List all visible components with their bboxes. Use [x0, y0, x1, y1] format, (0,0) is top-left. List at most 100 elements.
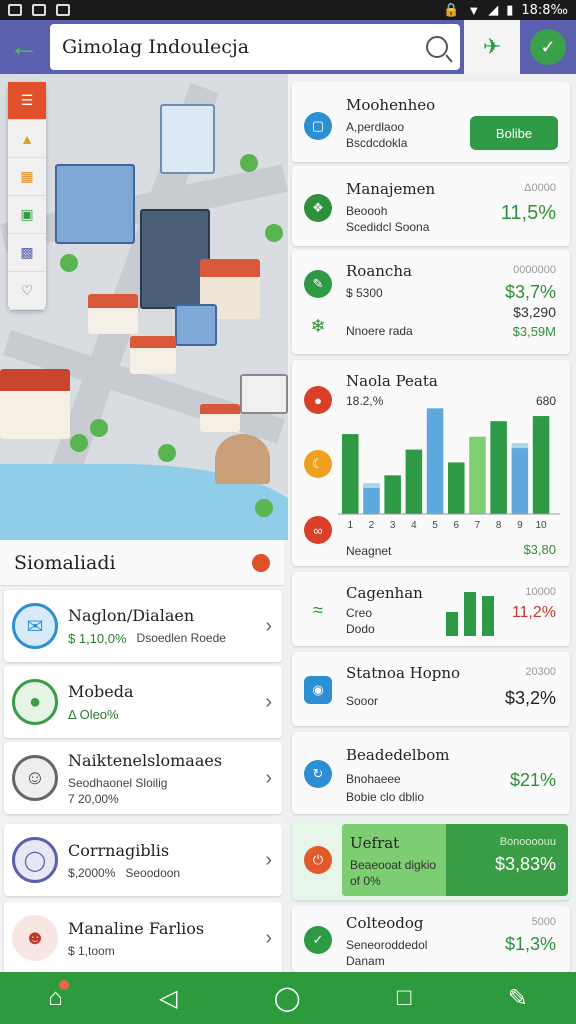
- map-dome-building: [215, 434, 270, 484]
- map-building: [200, 404, 240, 432]
- list-item[interactable]: ● Mobeda Δ Oleo% ›: [4, 666, 282, 738]
- pin-icon: ●: [304, 386, 332, 414]
- grid-icon[interactable]: ▦: [8, 158, 46, 196]
- card-small-label: 10000: [525, 586, 556, 598]
- card-uefrat[interactable]: ⏻ Uefrat Beaeooat digkio of 0% Bonoooouu…: [292, 820, 570, 900]
- card-colteodog[interactable]: ✓ Colteodog Seneoroddedol Danam 5000 $1,…: [292, 906, 570, 972]
- card-action-button[interactable]: Bolibe: [470, 116, 558, 150]
- link-icon: ∞: [304, 516, 332, 544]
- globe-icon: ◯: [12, 837, 58, 883]
- map-building: [130, 336, 176, 374]
- search-bar[interactable]: Gimolag Indoulecja: [50, 24, 460, 70]
- chart-bar: [469, 436, 486, 514]
- list-item-percent: Δ Oleo%: [68, 707, 119, 722]
- image-icon: [8, 4, 22, 16]
- chart-tick-label: 4: [411, 520, 417, 530]
- plan-icon[interactable]: ▣: [8, 196, 46, 234]
- layers-icon[interactable]: ☰: [8, 82, 46, 120]
- chart-bar: [405, 449, 423, 514]
- list-item-text: Manaline Farlios $ 1,toom: [68, 919, 265, 958]
- card-value: 11,5%: [500, 202, 556, 224]
- status-time: 18:8‰: [521, 2, 568, 18]
- list-item-sub: $ 1,toom: [68, 944, 265, 958]
- edit-icon[interactable]: [252, 553, 270, 572]
- search-icon[interactable]: [426, 36, 448, 58]
- lock-icon: 🔒: [443, 2, 460, 17]
- sprout-icon: ❄: [310, 315, 326, 336]
- card-title: Roancha: [346, 262, 412, 280]
- buildings-icon[interactable]: ▩: [8, 234, 46, 272]
- list-item-title: Mobeda: [68, 682, 134, 701]
- chart-tick-label: 5: [432, 520, 438, 530]
- list-item[interactable]: ✉ Naglon/Dialaen $ 1,10,0% Dsoedlen Roed…: [4, 590, 282, 662]
- chevron-right-icon[interactable]: ›: [265, 767, 272, 790]
- home-icon[interactable]: ⌂: [48, 980, 69, 1012]
- map-building: [88, 294, 138, 334]
- list-item[interactable]: ☺ Naiktenelslomaaes Seodhaonel Sloilig 7…: [4, 742, 282, 814]
- list-item-sub: $ 1,10,0% Dsoedlen Roede: [68, 631, 265, 646]
- power-icon: ⏻: [304, 846, 332, 874]
- card-title: Statnoa Hopno: [346, 664, 461, 682]
- list-item[interactable]: ◯ Corrnagiblis $,2000% Seoodoon ›: [4, 824, 282, 896]
- card-line: Scedidcl Soona: [346, 220, 430, 234]
- bar-chart: 1 2 3 4 5 6 7 8 9 10: [338, 408, 560, 530]
- chevron-right-icon[interactable]: ›: [265, 691, 272, 714]
- list-item-note: Dsoedlen Roede: [136, 631, 226, 645]
- recents-icon[interactable]: □: [397, 984, 412, 1012]
- card-line: Beaeooat digkio: [350, 858, 437, 872]
- construction-icon[interactable]: ▲: [8, 120, 46, 158]
- chevron-right-icon[interactable]: ›: [265, 927, 272, 950]
- check-icon: ✓: [304, 926, 332, 954]
- card-line: A,perdlaoo: [346, 120, 405, 134]
- card-small-label: 20300: [525, 666, 556, 678]
- card-statnoa[interactable]: ◉ Statnoa Hopno Sooor 20300 $3,2%: [292, 652, 570, 726]
- card-title: Cagenhan: [346, 584, 423, 602]
- heart-icon[interactable]: ♡: [8, 272, 46, 310]
- list-item-text: Naiktenelslomaaes Seodhaonel Sloilig 7 2…: [68, 751, 265, 806]
- mini-bar: [482, 596, 494, 636]
- person-icon: ☺: [12, 755, 58, 801]
- wifi-icon: ▼: [467, 2, 481, 18]
- card-small-label: Bonoooouu: [499, 836, 556, 848]
- list-item-percent: $ 1,10,0%: [68, 631, 127, 646]
- chart-footer-label: Neagnet: [346, 544, 392, 558]
- puzzle-icon: ❖: [304, 194, 332, 222]
- map-tree: [158, 444, 176, 462]
- share-icon[interactable]: ✎: [508, 984, 528, 1013]
- chart-footer-value: $3,80: [523, 542, 556, 557]
- city-map[interactable]: ☰ ▲ ▦ ▣ ▩ ♡ ›: [0, 74, 288, 540]
- list-item-percent: $ 1,toom: [68, 943, 115, 958]
- chart-bar: [363, 485, 380, 514]
- back-arrow-icon[interactable]: ←: [0, 20, 48, 74]
- list-item-text: Corrnagiblis $,2000% Seoodoon: [68, 841, 265, 880]
- card-value: $3,83%: [494, 854, 556, 874]
- card-beadedelbom[interactable]: ↻ Beadedelbom Bnohaeee Bobie clo dblio $…: [292, 732, 570, 814]
- chart-tick-label: 8: [496, 520, 502, 530]
- list-item[interactable]: ☻ Manaline Farlios $ 1,toom ›: [4, 902, 282, 974]
- list-item-note: Seodhaonel Sloilig: [68, 775, 168, 790]
- back-icon[interactable]: ◁: [159, 984, 177, 1013]
- card-chart[interactable]: ● ☾ ∞ Naola Peata 18.2,% 680 1 2 3 4 5 6 7 8 9 10…: [292, 360, 570, 566]
- card-moohenheo[interactable]: ▢ Moohenheo A,perdlaoo Bscdcdokla Bolibe: [292, 82, 570, 162]
- chevron-right-icon[interactable]: ›: [265, 849, 272, 872]
- card-roancha[interactable]: ✎ ❄ Roancha $ 5300 Nnoere rada 0000000 $…: [292, 250, 570, 354]
- chart-tick-label: 10: [536, 520, 548, 530]
- search-input[interactable]: Gimolag Indoulecja: [62, 36, 426, 58]
- bottom-navigation: ⌂ ◁ ◯ □ ✎: [0, 972, 576, 1024]
- list-item-sub: Δ Oleo%: [68, 707, 265, 722]
- card-line: Seneoroddedol: [346, 938, 428, 952]
- list-item-title: Manaline Farlios: [68, 918, 205, 938]
- home-circle-icon[interactable]: ◯: [274, 984, 301, 1013]
- tag-notification-button[interactable]: ✈: [464, 20, 520, 74]
- card-manajemen[interactable]: ❖ Manajemen Beoooh Scedidcl Soona Δ0000 …: [292, 166, 570, 246]
- chart-tick-label: 2: [369, 520, 375, 530]
- card-cagenhan[interactable]: ≈ Cagenhan Creo Dodo 10000 11,2%: [292, 572, 570, 646]
- map-building: [55, 164, 135, 244]
- camera-icon: ◉: [304, 676, 332, 704]
- card-line: Bnohaeee: [346, 772, 401, 786]
- sync-icon: ↻: [304, 760, 332, 788]
- card-value-tertiary: $3,59M: [512, 324, 556, 339]
- check-button[interactable]: ✓: [520, 20, 576, 74]
- chevron-right-icon[interactable]: ›: [265, 615, 272, 638]
- chart-bar: [490, 421, 507, 514]
